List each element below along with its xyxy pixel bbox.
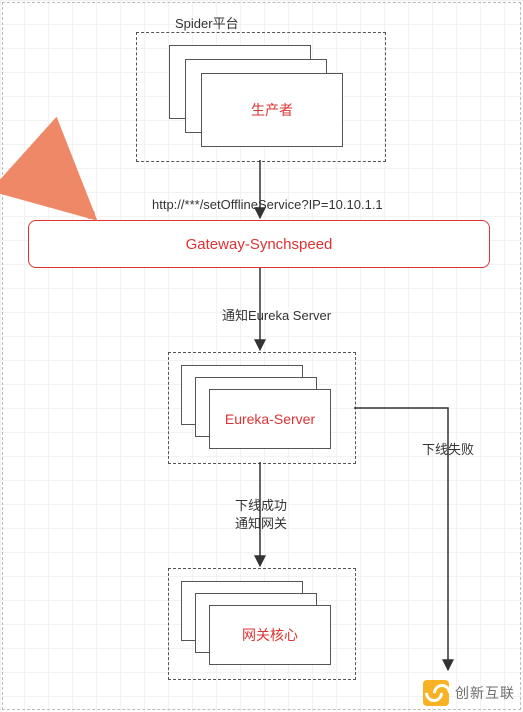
pointer-arrow-icon bbox=[30, 160, 90, 214]
gateway-synchspeed-node[interactable]: Gateway-Synchspeed bbox=[28, 220, 490, 268]
gateway-core-node[interactable]: 网关核心 bbox=[209, 605, 331, 665]
spider-platform-group: Spider平台 生产者 bbox=[136, 32, 386, 162]
edge-label-http: http://***/setOfflineService?IP=10.10.1.… bbox=[152, 196, 383, 214]
eureka-stack[interactable]: Eureka-Server bbox=[181, 365, 341, 455]
gateway-core-group: 网关核心 bbox=[168, 568, 356, 680]
edge-label-notify-eureka: 通知Eureka Server bbox=[222, 307, 331, 325]
gateway-core-stack[interactable]: 网关核心 bbox=[181, 581, 341, 671]
spider-platform-title: Spider平台 bbox=[175, 13, 239, 32]
watermark: 创新互联 bbox=[423, 680, 515, 706]
eureka-server-node[interactable]: Eureka-Server bbox=[209, 389, 331, 449]
edge-label-offline-success: 下线成功 通知网关 bbox=[235, 497, 287, 532]
edge-label-offline-fail: 下线失败 bbox=[422, 441, 474, 459]
eureka-server-group: Eureka-Server bbox=[168, 352, 356, 464]
watermark-text: 创新互联 bbox=[455, 683, 515, 703]
watermark-logo-icon bbox=[423, 680, 449, 706]
producer-stack[interactable]: 生产者 bbox=[169, 45, 349, 145]
producer-node[interactable]: 生产者 bbox=[201, 73, 343, 147]
